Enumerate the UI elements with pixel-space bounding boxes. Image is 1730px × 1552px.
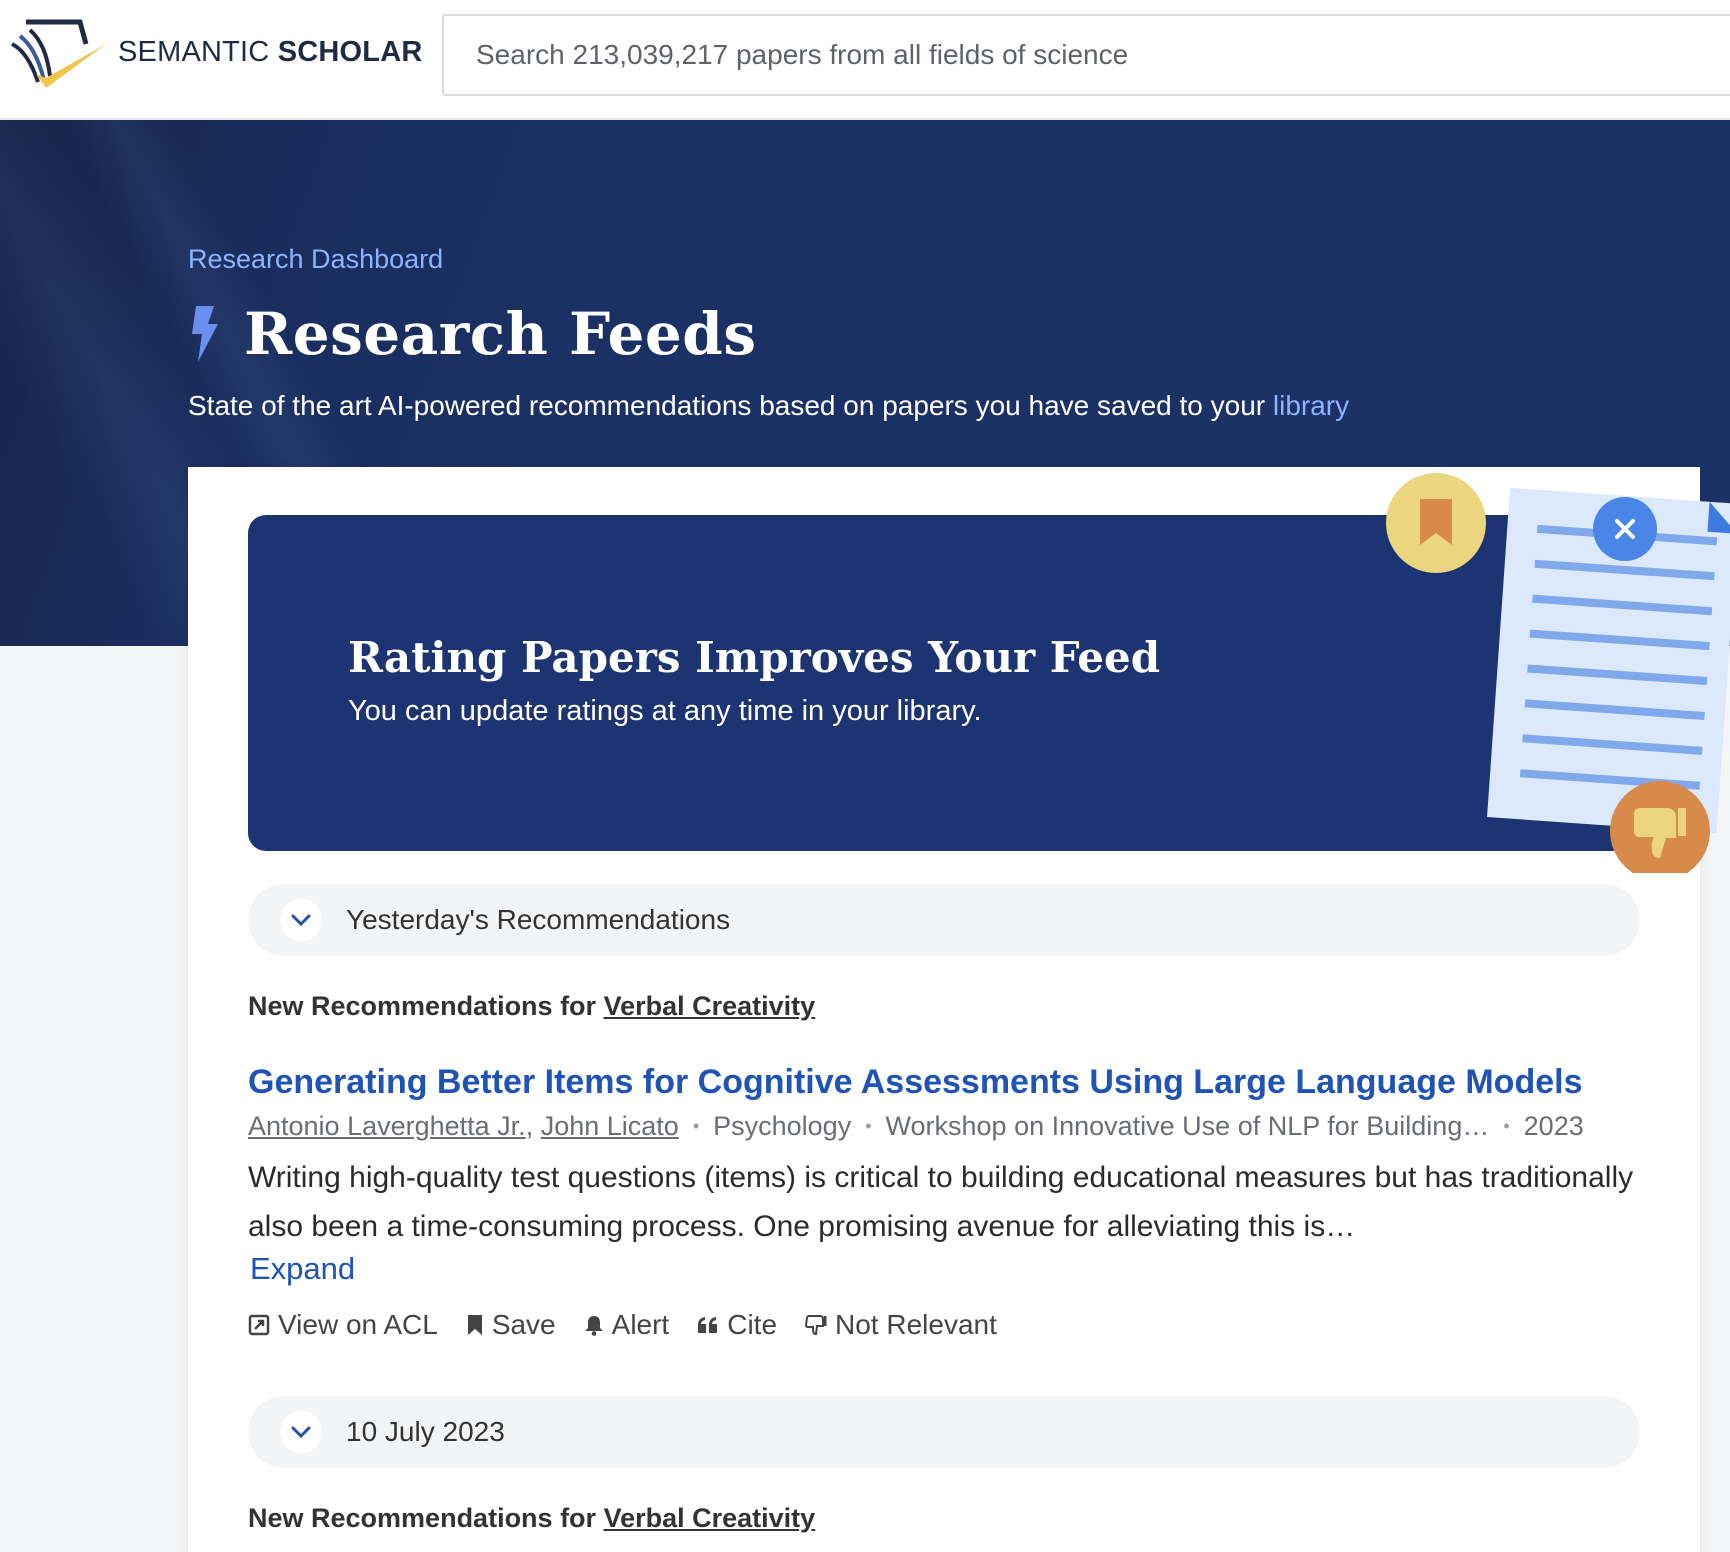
paper-actions: View on ACL Save Alert Cite Not Relevant [248,1309,1025,1341]
quote-icon [698,1317,718,1333]
paper-field: Psychology [713,1111,852,1141]
brand-regular: SEMANTIC [118,36,278,68]
view-on-acl-button[interactable]: View on ACL [248,1309,438,1341]
author-link[interactable]: John Licato [541,1111,679,1142]
bolt-icon [192,306,218,362]
alert-button[interactable]: Alert [584,1309,670,1341]
expand-abstract-link[interactable]: Expand [250,1251,355,1287]
recommendation-heading: New Recommendations for Verbal Creativit… [248,1503,815,1534]
cite-label: Cite [727,1309,778,1340]
paper-venue: Workshop on Innovative Use of NLP for Bu… [885,1111,1490,1141]
close-icon [1615,519,1635,539]
not-relevant-label: Not Relevant [835,1309,997,1340]
search-box[interactable] [442,14,1730,96]
bookmark-icon [1386,473,1486,573]
date-section-toggle[interactable]: 10 July 2023 [248,1396,1640,1468]
banner-title: Rating Papers Improves Your Feed [348,633,1161,682]
author-link[interactable]: Antonio Laverghetta Jr. [248,1111,526,1142]
semantic-scholar-logo[interactable] [6,14,108,94]
date-section-toggle[interactable]: Yesterday's Recommendations [248,884,1640,956]
banner-subtitle: You can update ratings at any time in yo… [348,695,982,727]
brand-bold: SCHOLAR [277,36,423,68]
save-button[interactable]: Save [466,1309,556,1341]
paper-meta: Antonio Laverghetta Jr., John Licato • P… [248,1111,1584,1142]
date-label: Yesterday's Recommendations [346,904,731,935]
page-subtitle: State of the art AI-powered recommendati… [188,390,1349,422]
paper-title-link[interactable]: Generating Better Items for Cognitive As… [248,1063,1582,1102]
external-link-icon [248,1314,270,1336]
breadcrumb-research-dashboard[interactable]: Research Dashboard [188,244,443,275]
subtitle-text: State of the art AI-powered recommendati… [188,390,1273,421]
feed-card: Rating Papers Improves Your Feed You can… [188,467,1730,1552]
banner-illustration [1386,473,1730,873]
chevron-down-icon [280,899,322,941]
topic-link[interactable]: Verbal Creativity [604,991,816,1021]
page-title: Research Feeds [244,300,757,368]
paper-year: 2023 [1523,1111,1584,1141]
author-separator: , [525,1111,541,1141]
library-link[interactable]: library [1273,390,1349,421]
chevron-down-icon [280,1411,322,1453]
topic-link[interactable]: Verbal Creativity [604,1503,816,1533]
paper-abstract: Writing high-quality test questions (ite… [248,1161,1634,1243]
save-label: Save [491,1309,556,1340]
bookmark-icon [467,1315,482,1335]
rec-prefix: New Recommendations for [248,991,604,1021]
top-bar: SEMANTIC SCHOLAR [0,0,1730,120]
close-banner-button[interactable] [1593,497,1657,561]
alert-label: Alert [611,1309,670,1340]
page-title-row: Research Feeds [188,300,757,368]
not-relevant-button[interactable]: Not Relevant [805,1309,997,1341]
view-on-acl-label: View on ACL [278,1309,438,1340]
recommendation-heading: New Recommendations for Verbal Creativit… [248,991,815,1022]
meta-separator: • [1503,1116,1510,1136]
cite-button[interactable]: Cite [697,1309,777,1341]
brand-name[interactable]: SEMANTIC SCHOLAR [118,36,423,69]
search-input[interactable] [444,16,1730,94]
meta-separator: • [865,1116,872,1136]
rec-prefix: New Recommendations for [248,1503,604,1533]
thumbs-down-icon [805,1315,827,1336]
meta-separator: • [692,1116,700,1136]
date-label: 10 July 2023 [346,1416,505,1447]
bell-icon [584,1316,603,1336]
